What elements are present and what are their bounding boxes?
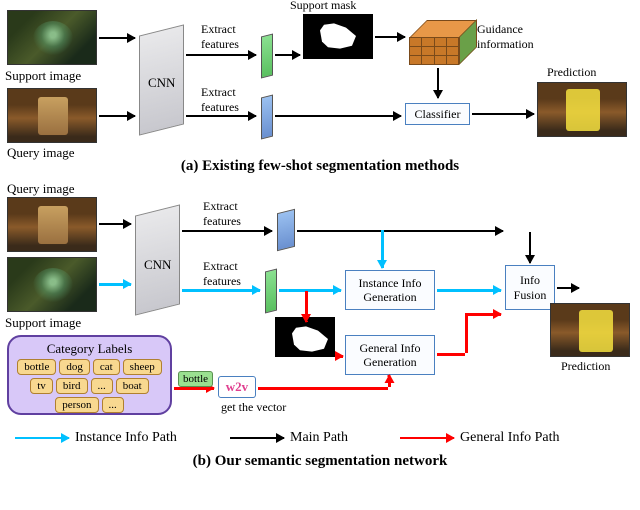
panel-b-caption: (b) Our semantic segmentation network <box>5 453 635 470</box>
get-vector-label: get the vector <box>221 400 286 415</box>
category-item: ... <box>102 397 124 413</box>
legend-instance: Instance Info Path <box>15 430 177 446</box>
arrow-gen-up <box>465 313 468 353</box>
feature-green-b <box>265 269 277 314</box>
general-info-box: General Info Generation <box>345 335 435 375</box>
arrow-gen-right1 <box>437 353 465 356</box>
feature-blue-b <box>277 209 295 251</box>
category-item: tv <box>30 378 53 394</box>
arrow-guidance-to-classifier <box>437 68 439 98</box>
arrow-featg-to-inst <box>279 289 341 292</box>
panel-a-caption: (a) Existing few-shot segmentation metho… <box>5 158 635 175</box>
arrow-gen-to-fusion <box>465 313 501 316</box>
w2v-box: w2v <box>218 376 256 398</box>
arrow-featg-to-mask <box>275 54 300 56</box>
classifier-box: Classifier <box>405 103 470 125</box>
extract-features-label-1: Extract features <box>201 22 239 52</box>
arrow-support-to-cnn-b <box>99 283 131 286</box>
category-item: person <box>55 397 98 413</box>
arrow-into-mask <box>305 321 308 322</box>
legend-line-blue <box>15 437 69 440</box>
info-fusion-box: Info Fusion <box>505 265 555 310</box>
arrow-featb-to-classifier <box>275 115 401 117</box>
legend-main-label: Main Path <box>290 430 348 446</box>
legend-main: Main Path <box>230 430 348 446</box>
selected-category-label: bottle <box>178 371 213 387</box>
panel-a: Support image Query image CNN Extract fe… <box>5 0 635 170</box>
prediction-label-a: Prediction <box>547 65 596 80</box>
legend-line-red <box>400 437 454 440</box>
instance-info-box: Instance Info Generation <box>345 270 435 310</box>
feature-blue <box>261 95 273 140</box>
query-image-b <box>7 197 97 252</box>
category-item: ... <box>91 378 113 394</box>
support-mask-image <box>303 14 373 59</box>
legend-general: General Info Path <box>400 430 560 446</box>
category-item: cat <box>93 359 120 375</box>
support-mask-label: Support mask <box>290 0 356 13</box>
support-image-b <box>7 257 97 312</box>
arrow-mask-to-general <box>337 355 343 358</box>
arrow-cnn-to-feat-g <box>186 54 256 56</box>
category-title: Category Labels <box>13 341 166 357</box>
category-item: boat <box>116 378 149 394</box>
legend-line-black <box>230 437 284 440</box>
category-item: sheep <box>123 359 162 375</box>
arrow-w2v-right <box>258 387 388 390</box>
arrow-cnn-to-featg-b <box>182 289 260 292</box>
arrow-cnn-to-feat-b <box>186 115 256 117</box>
feature-green <box>261 34 273 79</box>
query-image-label-b: Query image <box>7 181 75 197</box>
cnn-label: CNN <box>148 75 175 91</box>
support-image-label: Support image <box>5 68 81 84</box>
arrow-down-to-inst-head <box>381 258 384 268</box>
legend-instance-label: Instance Info Path <box>75 430 177 446</box>
extract-label-1b: Extract features <box>203 199 241 229</box>
guidance-label: Guidance information <box>477 22 534 52</box>
category-item: dog <box>59 359 90 375</box>
arrow-query-to-cnn-b <box>99 223 131 225</box>
arrow-mask-to-guidance <box>375 36 405 38</box>
guidance-cube <box>409 20 469 60</box>
extract-label-2b: Extract features <box>203 259 241 289</box>
arrow-query-to-cnn <box>99 115 135 117</box>
category-item: bird <box>56 378 88 394</box>
arrow-main-down-fusion-head <box>529 255 531 263</box>
arrow-inst-to-fusion <box>437 289 501 292</box>
cnn-label-b: CNN <box>144 257 171 273</box>
arrow-fusion-to-pred <box>557 287 579 289</box>
arrow-w2v-up-head <box>388 375 391 377</box>
prediction-label-b: Prediction <box>561 359 610 374</box>
arrow-classifier-to-pred <box>472 113 534 115</box>
arrow-down-to-inst <box>381 230 384 260</box>
legend-general-label: General Info Path <box>460 430 560 446</box>
support-image-label-b: Support image <box>5 315 81 331</box>
support-mask-b <box>275 317 335 357</box>
support-image <box>7 10 97 65</box>
prediction-image-a <box>537 82 627 137</box>
category-item: bottle <box>17 359 56 375</box>
arrow-main-to-fusion <box>483 230 503 232</box>
category-grid: bottledogcatsheeptvbird...boatperson... <box>13 359 166 413</box>
arrow-cat-to-w2v <box>174 387 214 390</box>
category-labels-panel: Category Labels bottledogcatsheep tvbird.… <box>7 335 172 415</box>
prediction-image-b <box>550 303 630 357</box>
arrow-support-to-cnn <box>99 37 135 39</box>
arrow-cnn-to-featb-b <box>182 230 272 232</box>
extract-features-label-2: Extract features <box>201 85 239 115</box>
arrow-main-top <box>297 230 485 232</box>
panel-b: Query image Support image CNN Extract fe… <box>5 175 635 465</box>
query-image <box>7 88 97 143</box>
